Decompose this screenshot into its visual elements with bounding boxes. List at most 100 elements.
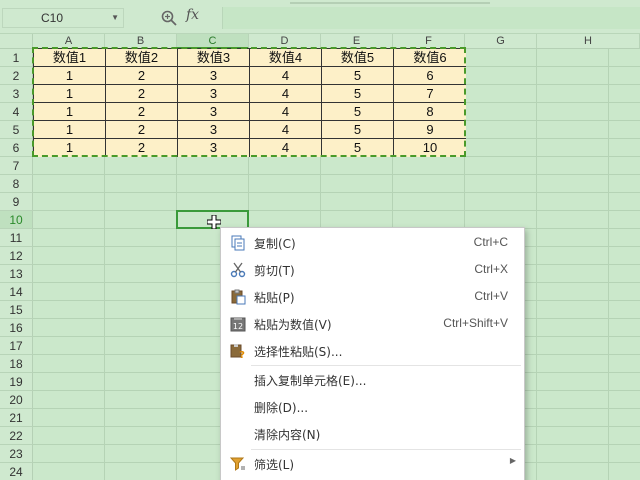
table-cell[interactable]: 4 — [250, 67, 322, 85]
column-header-g[interactable]: G — [465, 34, 537, 49]
menu-item[interactable]: 插入复制单元格(E)... — [221, 367, 524, 393]
row-header-10[interactable]: 10 — [0, 211, 33, 229]
table-cell[interactable]: 2 — [106, 85, 178, 103]
data-table: 数值1 数值2 数值3 数值4 数值5 数值6 1 2 3 4 5 6 1 2 3 4 5 7 1 2 3 4 5 8 1 2 3 4… — [33, 48, 466, 157]
table-cell[interactable]: 3 — [178, 139, 250, 157]
toolbar-divider — [290, 2, 490, 4]
menu-item[interactable]: 12 粘贴为数值(V) Ctrl+Shift+V — [221, 311, 524, 337]
table-cell[interactable]: 8 — [394, 103, 466, 121]
svg-text:12: 12 — [233, 322, 243, 331]
row-header-6[interactable]: 6 — [0, 139, 33, 157]
column-header-a[interactable]: A — [33, 34, 105, 49]
menu-item[interactable]: ? 选择性粘贴(S)... — [221, 338, 524, 364]
row-header-17[interactable]: 17 — [0, 337, 33, 355]
table-cell[interactable]: 1 — [34, 103, 106, 121]
menu-separator — [251, 365, 521, 366]
row-header-11[interactable]: 11 — [0, 229, 33, 247]
row-header-12[interactable]: 12 — [0, 247, 33, 265]
menu-item[interactable]: 复制(C) Ctrl+C — [221, 230, 524, 256]
table-cell[interactable]: 4 — [250, 121, 322, 139]
row-header-13[interactable]: 13 — [0, 265, 33, 283]
table-header-cell[interactable]: 数值3 — [178, 49, 250, 67]
paste-values-icon: 12 — [230, 316, 246, 332]
table-cell[interactable]: 3 — [178, 67, 250, 85]
table-cell[interactable]: 5 — [322, 121, 394, 139]
menu-item[interactable]: 筛选(L) ▶ — [221, 451, 524, 477]
table-cell[interactable]: 7 — [394, 85, 466, 103]
zoom-icon[interactable] — [160, 9, 178, 27]
table-cell[interactable]: 6 — [394, 67, 466, 85]
column-header-b[interactable]: B — [105, 34, 177, 49]
menu-item-label: 清除内容(N) — [254, 428, 321, 442]
row-header-3[interactable]: 3 — [0, 85, 33, 103]
row-header-21[interactable]: 21 — [0, 409, 33, 427]
menu-item[interactable]: 清除内容(N) — [221, 421, 524, 447]
chevron-right-icon: ▶ — [509, 456, 516, 465]
table-header-cell[interactable]: 数值2 — [106, 49, 178, 67]
table-cell[interactable]: 3 — [178, 121, 250, 139]
table-cell[interactable]: 9 — [394, 121, 466, 139]
table-cell[interactable]: 2 — [106, 103, 178, 121]
row-header-1[interactable]: 1 — [0, 49, 33, 67]
chevron-down-icon[interactable]: ▼ — [111, 9, 119, 27]
column-header-e[interactable]: E — [321, 34, 393, 49]
formula-input[interactable] — [222, 7, 640, 29]
name-box[interactable]: C10 ▼ — [2, 8, 124, 28]
table-cell[interactable]: 10 — [394, 139, 466, 157]
table-cell[interactable]: 1 — [34, 67, 106, 85]
column-header-d[interactable]: D — [249, 34, 321, 49]
table-header-cell[interactable]: 数值5 — [322, 49, 394, 67]
table-header-cell[interactable]: 数值1 — [34, 49, 106, 67]
menu-item-label: 筛选(L) — [254, 458, 295, 472]
table-cell[interactable]: 3 — [178, 85, 250, 103]
fx-icon[interactable]: fx — [186, 7, 199, 23]
table-cell[interactable]: 4 — [250, 139, 322, 157]
name-box-value: C10 — [41, 11, 64, 25]
formula-bar: C10 ▼ fx — [0, 0, 640, 34]
row-header-20[interactable]: 20 — [0, 391, 33, 409]
table-cell[interactable]: 2 — [106, 139, 178, 157]
row-header-9[interactable]: 9 — [0, 193, 33, 211]
menu-item-label: 剪切(T) — [254, 264, 295, 278]
menu-item[interactable]: 剪切(T) Ctrl+X — [221, 257, 524, 283]
table-cell[interactable]: 3 — [178, 103, 250, 121]
row-header-24[interactable]: 24 — [0, 463, 33, 480]
table-cell[interactable]: 5 — [322, 85, 394, 103]
table-cell[interactable]: 5 — [322, 103, 394, 121]
row-header-14[interactable]: 14 — [0, 283, 33, 301]
row-header-19[interactable]: 19 — [0, 373, 33, 391]
table-cell[interactable]: 2 — [106, 121, 178, 139]
row-header-4[interactable]: 4 — [0, 103, 33, 121]
row-header-8[interactable]: 8 — [0, 175, 33, 193]
table-header-cell[interactable]: 数值4 — [250, 49, 322, 67]
column-header-c[interactable]: C — [177, 34, 249, 49]
table-cell[interactable]: 1 — [34, 121, 106, 139]
row-header-2[interactable]: 2 — [0, 67, 33, 85]
scissors-icon — [230, 262, 246, 278]
table-cell[interactable]: 1 — [34, 85, 106, 103]
table-cell[interactable]: 5 — [322, 139, 394, 157]
menu-item[interactable]: 粘贴(P) Ctrl+V — [221, 284, 524, 310]
row-header-18[interactable]: 18 — [0, 355, 33, 373]
column-header-h[interactable]: H — [537, 34, 640, 49]
row-header-23[interactable]: 23 — [0, 445, 33, 463]
row-header-16[interactable]: 16 — [0, 319, 33, 337]
menu-item-shortcut: Ctrl+C — [473, 235, 508, 249]
menu-separator — [251, 449, 521, 450]
select-all-corner[interactable] — [0, 34, 33, 49]
menu-item-label: 删除(D)... — [254, 401, 309, 415]
menu-item-label: 插入复制单元格(E)... — [254, 374, 367, 388]
row-header-15[interactable]: 15 — [0, 301, 33, 319]
menu-item-label: 选择性粘贴(S)... — [254, 345, 343, 359]
table-cell[interactable]: 5 — [322, 67, 394, 85]
column-header-f[interactable]: F — [393, 34, 465, 49]
table-cell[interactable]: 2 — [106, 67, 178, 85]
row-header-7[interactable]: 7 — [0, 157, 33, 175]
table-cell[interactable]: 4 — [250, 85, 322, 103]
table-cell[interactable]: 4 — [250, 103, 322, 121]
table-header-cell[interactable]: 数值6 — [394, 49, 466, 67]
row-header-22[interactable]: 22 — [0, 427, 33, 445]
table-cell[interactable]: 1 — [34, 139, 106, 157]
row-header-5[interactable]: 5 — [0, 121, 33, 139]
menu-item[interactable]: 删除(D)... — [221, 394, 524, 420]
